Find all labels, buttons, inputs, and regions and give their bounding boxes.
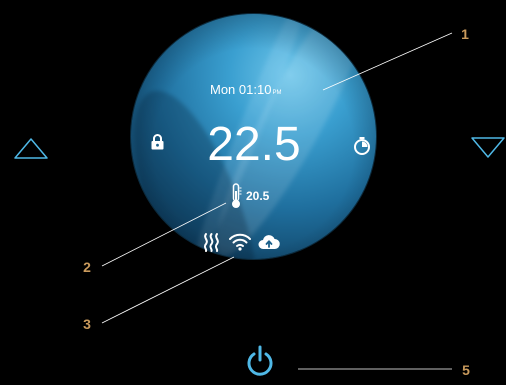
callout-leaders [101,32,453,370]
callout-number: 3 [83,316,91,332]
leader-line-3 [101,256,235,324]
callout-number: 5 [462,362,470,378]
thermostat-diagram: Mon 01:10PM 22.5 20.5 1 2 3 5 [0,0,506,385]
callout-number: 2 [83,259,91,275]
leader-line-1 [322,32,453,91]
callout-number: 1 [461,26,469,42]
leader-line-2 [101,202,227,267]
